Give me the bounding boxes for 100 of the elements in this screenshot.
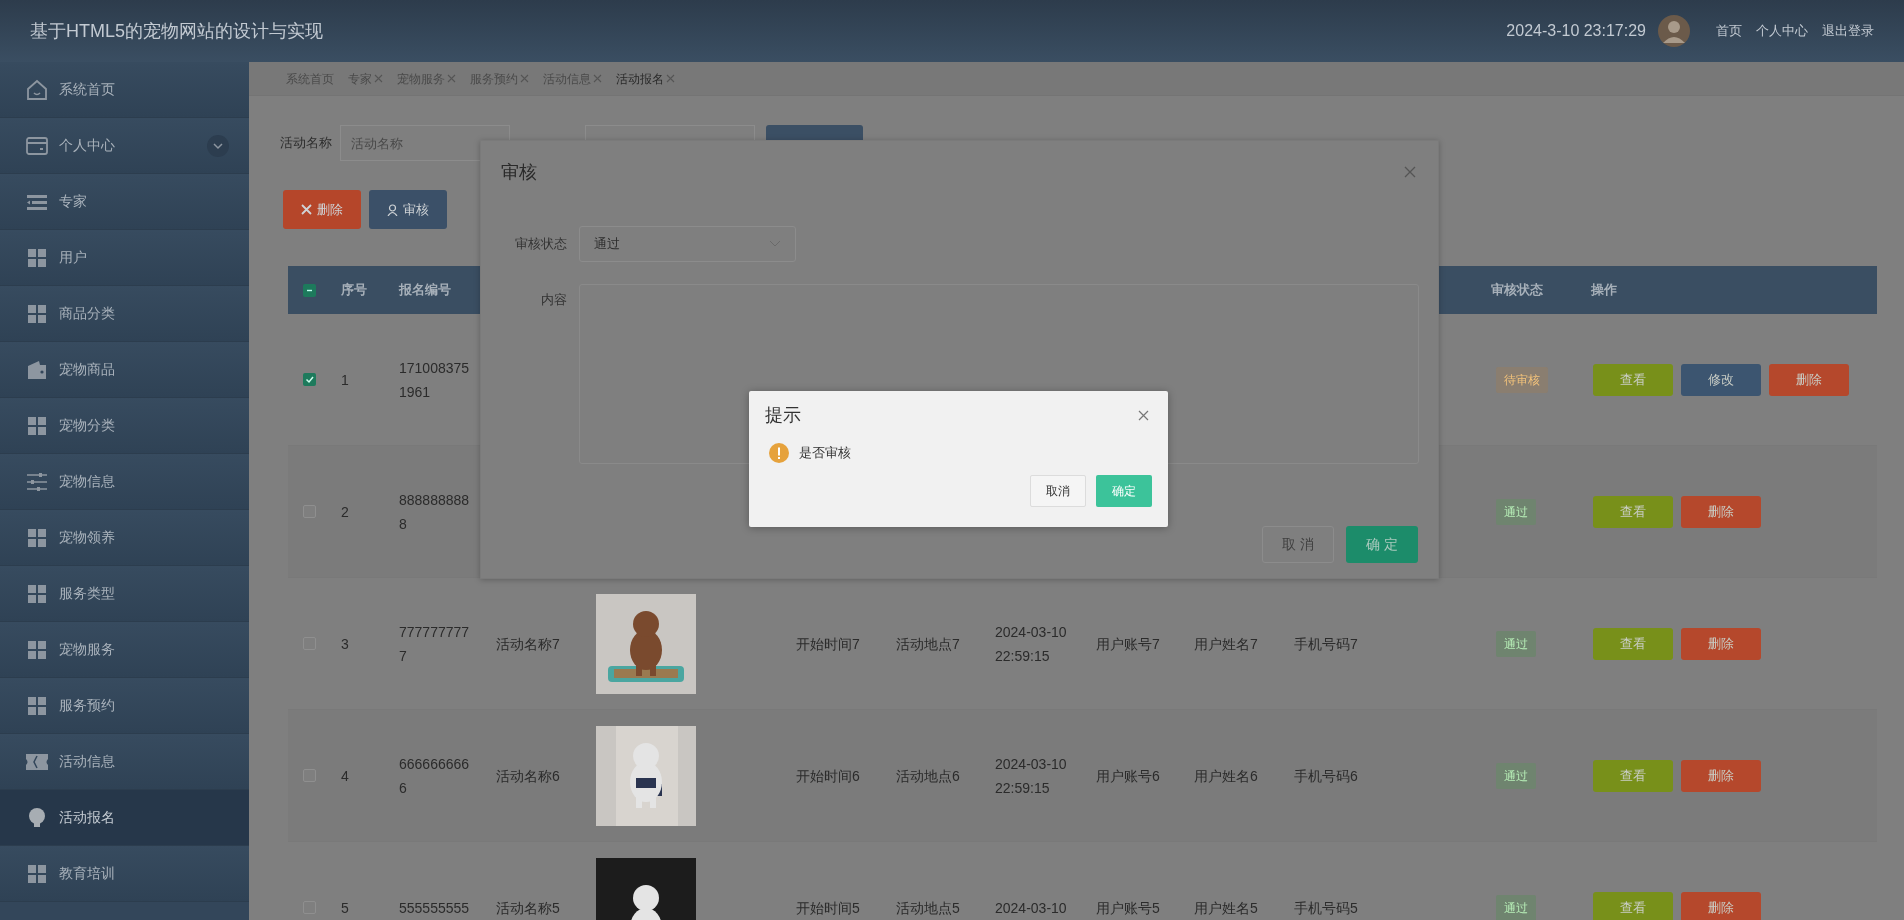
sidebar-item[interactable]: 系统首页 bbox=[0, 62, 249, 118]
checkbox[interactable] bbox=[302, 283, 316, 297]
table-cell-text: 8888888888 bbox=[399, 490, 471, 534]
table-cell-text: 2024-03-10 22:59:15 bbox=[995, 754, 1068, 798]
table-cell-text: 手机号码5 bbox=[1294, 898, 1358, 918]
dialog-title: 审核 bbox=[501, 160, 537, 184]
field-label: 审核状态 bbox=[514, 235, 567, 254]
view-button[interactable]: 查看 bbox=[1593, 627, 1673, 660]
close-icon bbox=[1404, 166, 1416, 178]
table-cell-text: 开始时间5 bbox=[796, 898, 860, 918]
column-header: 报名编号 bbox=[399, 281, 451, 300]
table-cell-text: 4 bbox=[341, 766, 349, 786]
sidebar-item[interactable]: 服务类型 bbox=[0, 566, 249, 622]
sidebar-item[interactable]: 服务预约 bbox=[0, 678, 249, 734]
field-label: 活动名称 bbox=[280, 134, 332, 153]
close-icon bbox=[593, 74, 602, 83]
chevron-icon bbox=[207, 134, 229, 157]
sidebar-item[interactable]: 专家 bbox=[0, 174, 249, 230]
table-cell-text: 用户姓名5 bbox=[1194, 898, 1258, 918]
table-cell-text: 手机号码6 bbox=[1294, 766, 1358, 786]
table-cell-text: 1710083751961 bbox=[399, 358, 471, 402]
table-cell-text: 1 bbox=[341, 370, 349, 390]
table-cell-text: 活动名称7 bbox=[496, 634, 560, 654]
view-button[interactable]: 查看 bbox=[1593, 495, 1673, 528]
sidebar-item[interactable]: 商品分类 bbox=[0, 286, 249, 342]
delete-button[interactable]: 删除 bbox=[1769, 363, 1849, 396]
confirm-button[interactable]: 确 定 bbox=[1346, 526, 1418, 563]
status-badge: 通过 bbox=[1496, 894, 1536, 920]
header-link[interactable]: 首页 bbox=[1716, 21, 1742, 41]
status-select[interactable]: 通过 bbox=[579, 226, 796, 262]
close-icon bbox=[520, 74, 529, 83]
delete-button[interactable]: 删除 bbox=[283, 190, 361, 229]
column-header: 审核状态 bbox=[1491, 281, 1543, 300]
table-cell-text: 开始时间7 bbox=[796, 634, 860, 654]
date-time: 2024-3-10 23:17:29 bbox=[1506, 21, 1646, 41]
table-cell-text: 2 bbox=[341, 502, 349, 522]
warning-icon bbox=[769, 443, 789, 463]
sidebar-item[interactable]: 宠物商品 bbox=[0, 342, 249, 398]
status-badge: 待审核 bbox=[1496, 366, 1548, 393]
table-cell-text: 活动地点6 bbox=[896, 766, 960, 786]
close-icon bbox=[1138, 409, 1149, 421]
view-button[interactable]: 查看 bbox=[1593, 891, 1673, 920]
table-cell-text: 开始时间6 bbox=[796, 766, 860, 786]
sidebar-item[interactable]: 宠物信息 bbox=[0, 454, 249, 510]
sidebar-item[interactable]: 个人中心 bbox=[0, 118, 249, 174]
delete-button[interactable]: 删除 bbox=[1681, 891, 1761, 920]
table-cell-text: 2024-03-10 bbox=[995, 898, 1067, 918]
table-cell-text: 用户账号6 bbox=[1096, 766, 1160, 786]
sidebar-item[interactable]: 用户 bbox=[0, 230, 249, 286]
view-button[interactable]: 查看 bbox=[1593, 759, 1673, 792]
app-title: 基于HTML5的宠物网站的设计与实现 bbox=[30, 19, 323, 43]
user-icon bbox=[387, 203, 398, 216]
delete-button[interactable]: 删除 bbox=[1681, 627, 1761, 660]
close-icon bbox=[666, 74, 675, 83]
table-cell-text: 活动地点7 bbox=[896, 634, 960, 654]
sidebar-item[interactable]: 活动报名 bbox=[0, 790, 249, 846]
sidebar-item[interactable]: 活动信息 bbox=[0, 734, 249, 790]
table-cell-text: 用户姓名7 bbox=[1194, 634, 1258, 654]
sidebar-item[interactable]: 宠物领养 bbox=[0, 510, 249, 566]
delete-button[interactable]: 删除 bbox=[1681, 495, 1761, 528]
table-cell-text: 555555555 bbox=[399, 898, 470, 918]
checkbox[interactable] bbox=[302, 373, 316, 386]
close-icon bbox=[374, 74, 383, 83]
tab[interactable]: 活动报名 bbox=[616, 62, 675, 96]
table-cell-text: 用户姓名6 bbox=[1194, 766, 1258, 786]
table-cell-text: 活动地点5 bbox=[896, 898, 960, 918]
table-cell-text: 3 bbox=[341, 634, 349, 654]
table-cell-text: 用户账号5 bbox=[1096, 898, 1160, 918]
cancel-button[interactable]: 取 消 bbox=[1262, 526, 1334, 563]
table-cell-text: 7777777777 bbox=[399, 622, 471, 666]
dialog-title: 提示 bbox=[765, 403, 801, 427]
sidebar-item[interactable]: 宠物分类 bbox=[0, 398, 249, 454]
sidebar-item[interactable]: 教育培训 bbox=[0, 846, 249, 902]
close-icon bbox=[447, 74, 456, 83]
edit-button[interactable]: 修改 bbox=[1681, 363, 1761, 396]
table-cell-text: 用户账号7 bbox=[1096, 634, 1160, 654]
field-label: 内容 bbox=[540, 291, 567, 309]
home-icon bbox=[25, 77, 49, 102]
header-link[interactable]: 个人中心 bbox=[1756, 21, 1808, 41]
table-cell-text: 6666666666 bbox=[399, 754, 471, 798]
header-link[interactable]: 退出登录 bbox=[1822, 21, 1874, 41]
column-header: 操作 bbox=[1591, 281, 1617, 300]
column-header: 序号 bbox=[341, 281, 367, 300]
status-badge: 通过 bbox=[1496, 498, 1536, 525]
sidebar-item[interactable]: 宠物服务 bbox=[0, 622, 249, 678]
delete-button[interactable]: 删除 bbox=[1681, 759, 1761, 792]
status-badge: 通过 bbox=[1496, 630, 1536, 657]
dialog-message: 是否审核 bbox=[799, 444, 851, 463]
table-cell-text: 活动名称6 bbox=[496, 766, 560, 786]
close-icon bbox=[301, 204, 312, 215]
avatar-icon bbox=[1658, 15, 1690, 47]
cancel-button[interactable]: 取消 bbox=[1030, 475, 1086, 507]
table-cell-text: 5 bbox=[341, 898, 349, 918]
table-cell-text: 活动名称5 bbox=[496, 898, 560, 918]
check-icon bbox=[304, 375, 314, 384]
view-button[interactable]: 查看 bbox=[1593, 363, 1673, 396]
table-cell-text: 2024-03-10 22:59:15 bbox=[995, 622, 1068, 666]
review-button[interactable]: 审核 bbox=[369, 190, 447, 229]
table-cell-text: 手机号码7 bbox=[1294, 634, 1358, 654]
status-badge: 通过 bbox=[1496, 762, 1536, 789]
